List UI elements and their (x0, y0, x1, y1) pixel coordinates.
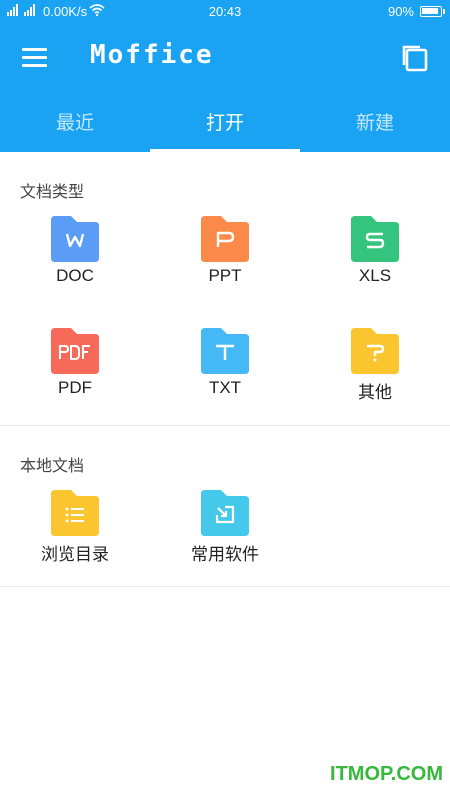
tab-new[interactable]: 新建 (300, 100, 450, 152)
list-icon (51, 490, 99, 536)
clock: 20:43 (208, 4, 242, 19)
doc-item[interactable]: DOC (0, 216, 150, 286)
battery-level: 90% (387, 4, 414, 19)
copy-icon[interactable] (400, 43, 430, 73)
item-label: TXT (208, 378, 242, 397)
tab-bar: 最近 打开 新建 (0, 100, 450, 152)
section-title: 文档类型 (20, 182, 85, 201)
browse-directory-item[interactable]: 浏览目录 (0, 490, 150, 565)
ppt-item[interactable]: PPT (150, 216, 300, 286)
xls-item[interactable]: XLS (300, 216, 450, 286)
app-header: 0.00K/s 20:43 90% Moffice 最近 打开 新建 (0, 0, 450, 152)
tab-recent[interactable]: 最近 (0, 100, 150, 152)
local-docs-section: 本地文档 浏览目录 常用软件 (0, 426, 450, 587)
common-software-item[interactable]: 常用软件 (150, 490, 300, 565)
other-folder-icon (351, 328, 399, 374)
app-title: Moffice (90, 40, 214, 70)
battery-icon (420, 6, 445, 17)
item-label: XLS (358, 266, 392, 285)
tab-open[interactable]: 打开 (150, 100, 300, 152)
menu-button[interactable] (20, 44, 50, 72)
item-label: PDF (58, 378, 92, 397)
pdf-item[interactable]: PDF (0, 328, 150, 398)
watermark: ITMOP.COM (330, 763, 443, 785)
item-label: 其他 (358, 383, 392, 402)
doc-folder-icon (51, 216, 99, 262)
status-right: 90% (387, 4, 445, 19)
txt-folder-icon (201, 328, 249, 374)
other-item[interactable]: 其他 (300, 328, 450, 403)
pdf-folder-icon (51, 328, 99, 374)
file-types-section: 文档类型 DOC PPT XLS PDF TXT 其他 (0, 152, 450, 426)
item-label: PPT (208, 266, 242, 285)
item-label: 常用软件 (191, 545, 259, 564)
item-label: 浏览目录 (41, 545, 109, 564)
status-bar: 0.00K/s 20:43 90% (0, 0, 450, 24)
xls-folder-icon (351, 216, 399, 262)
item-label: DOC (56, 266, 94, 285)
section-title: 本地文档 (20, 456, 85, 475)
ppt-folder-icon (201, 216, 249, 262)
txt-item[interactable]: TXT (150, 328, 300, 398)
app-shortcut-icon (201, 490, 249, 536)
